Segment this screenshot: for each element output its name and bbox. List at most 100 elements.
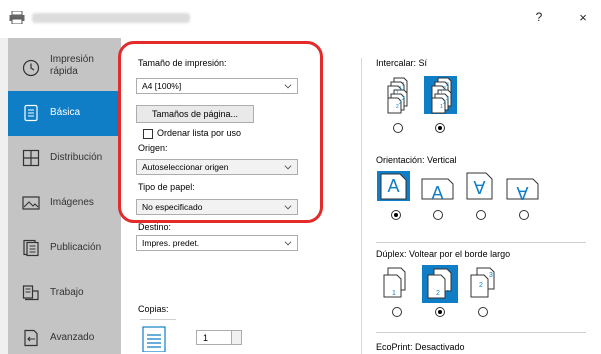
chevron-down-icon [284,162,292,170]
source-label: Origen: [138,143,168,153]
collate-off-radio[interactable] [393,123,403,133]
help-button[interactable]: ? [529,10,549,24]
spinner-arrows-icon[interactable] [231,331,241,344]
destination-label: Destino: [138,222,172,232]
job-icon [22,285,39,301]
nav-item-publishing[interactable]: Publicación [8,226,121,271]
nav-item-quick-print[interactable]: Impresión rápida [8,46,121,91]
svg-text:1: 1 [396,90,399,96]
print-preferences-window: Impresión rápida Básica Distribución Imá… [0,38,601,354]
svg-text:1: 1 [399,86,402,92]
svg-text:2: 2 [436,290,440,297]
copies-label: Copias: [138,304,169,314]
destination-select[interactable]: Impres. predet. [136,235,298,251]
nav-label-job: Trabajo [50,287,84,298]
svg-text:3: 3 [489,272,493,279]
chevron-down-icon [284,202,292,210]
duplex-off-option[interactable]: 1 [379,265,415,303]
image-icon [22,196,40,210]
svg-text:2: 2 [402,96,405,102]
landscape-glyph: A [431,182,444,203]
svg-text:1: 1 [392,290,396,297]
copies-divider [140,319,176,320]
svg-text:1: 1 [402,82,405,88]
orientation-landscape-rotated-radio[interactable] [519,210,529,220]
copies-icon [142,326,166,352]
sort-list-checkbox[interactable] [143,129,153,139]
ecoprint-label: EcoPrint: Desactivado [376,342,465,352]
basic-settings-panel: Tamaño de impresión: A4 [100%] Tamaños d… [118,38,601,354]
nav-label-images: Imágenes [50,197,94,208]
page-sizes-button[interactable]: Tamaños de página... [136,105,254,123]
duplex-long-edge-option[interactable]: 2 3 [422,265,458,303]
title-bar: ? × [0,0,601,38]
svg-text:1: 1 [440,90,443,96]
paper-type-select[interactable]: No especificado [136,199,298,215]
collate-on-radio[interactable] [435,123,445,133]
paper-type-value: No especificado [142,202,203,212]
collate-label: Intercalar: Sí [376,58,428,68]
nav-item-layout[interactable]: Distribución [8,136,121,181]
orientation-portrait-radio[interactable] [391,210,401,220]
chevron-down-icon [284,81,292,89]
svg-text:2: 2 [479,282,483,289]
nav-item-advanced[interactable]: Avanzado [8,316,121,354]
duplex-long-edge-radio[interactable] [435,307,445,317]
document-icon [24,104,38,122]
orientation-landscape-radio[interactable] [433,210,443,220]
close-button[interactable]: × [573,10,593,25]
column-divider [361,58,362,354]
source-select[interactable]: Autoseleccionar origen [136,159,298,175]
orientation-portrait-option[interactable]: A [377,171,410,201]
svg-text:2: 2 [443,86,446,92]
source-value: Autoseleccionar origen [142,162,229,172]
grid-layout-icon [22,149,40,167]
ecoprint-divider [376,332,586,333]
svg-text:2: 2 [399,100,402,106]
duplex-off-radio[interactable] [392,307,402,317]
nav-item-job[interactable]: Trabajo [8,271,121,316]
landscape-rotated-glyph: A [516,183,529,204]
sort-list-label: Ordenar lista por uso [157,128,242,138]
orientation-landscape-rotated-option[interactable]: A [506,173,539,204]
duplex-short-edge-option[interactable]: 2 3 [465,265,501,303]
nav-label-basic: Básica [50,107,81,118]
nav-label-advanced: Avanzado [50,332,95,343]
portrait-glyph: A [387,175,400,196]
orientation-label: Orientación: Vertical [376,155,457,165]
portrait-rotated-glyph: A [473,177,486,198]
svg-text:1: 1 [440,104,443,110]
clock-icon [22,59,40,77]
copies-value: 1 [203,332,209,343]
nav-label-publishing: Publicación [50,242,102,253]
duplex-label: Dúplex: Voltear por el borde largo [376,249,511,259]
nav-item-basic[interactable]: Básica [8,91,121,136]
print-size-label: Tamaño de impresión: [138,58,227,68]
orientation-portrait-rotated-option[interactable]: A [463,172,496,202]
chevron-down-icon [284,238,292,246]
orientation-portrait-rotated-radio[interactable] [476,210,486,220]
advanced-icon [24,329,38,347]
copies-spinner[interactable]: 1 [196,330,242,345]
collate-on-option[interactable]: 321 321 [424,76,457,114]
svg-text:2: 2 [396,104,399,110]
duplex-divider [376,242,586,243]
paper-type-label: Tipo de papel: [138,182,195,192]
nav-label-quick-print: Impresión rápida [50,54,94,77]
print-size-select[interactable]: A4 [100%] [136,78,298,94]
sidebar-nav: Impresión rápida Básica Distribución Imá… [8,38,121,354]
printer-icon [9,11,25,24]
nav-label-layout: Distribución [50,152,103,163]
orientation-landscape-option[interactable]: A [421,173,454,203]
nav-item-images[interactable]: Imágenes [8,181,121,226]
svg-text:2: 2 [443,100,446,106]
print-size-value: A4 [100%] [142,81,182,91]
svg-text:3: 3 [446,82,449,88]
destination-value: Impres. predet. [142,238,200,248]
svg-text:3: 3 [446,290,450,297]
window-title-blurred [32,13,190,23]
svg-text:3: 3 [446,96,449,102]
collate-off-option[interactable]: 111 222 [382,76,415,114]
duplex-short-edge-radio[interactable] [478,307,488,317]
booklet-icon [23,239,39,257]
